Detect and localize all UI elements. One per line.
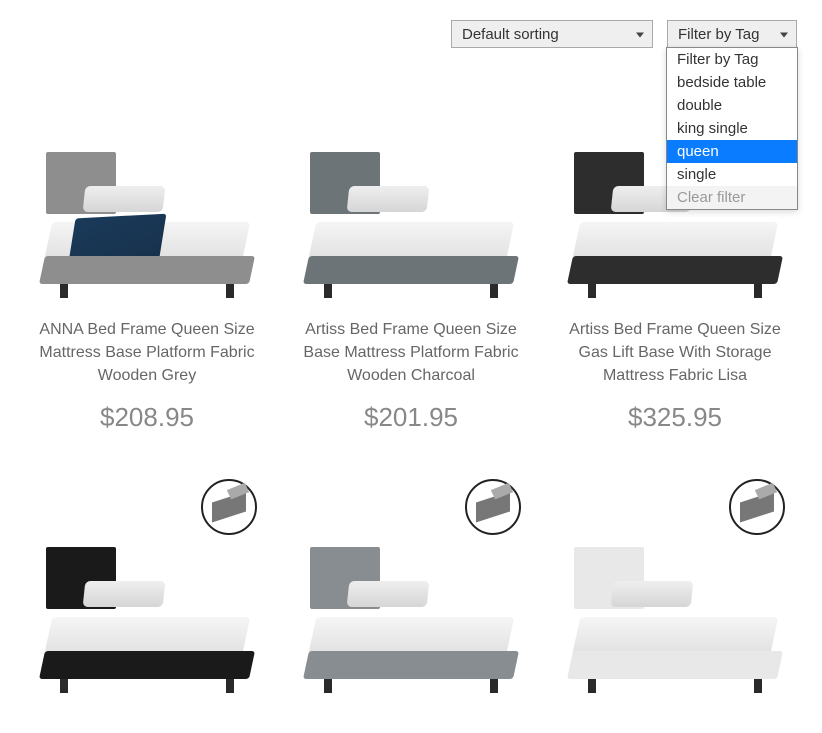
product-price: $201.95 — [289, 402, 533, 433]
filter-select[interactable]: Filter by Tag — [667, 20, 797, 48]
filter-option[interactable]: queen — [667, 140, 797, 163]
product-price: $208.95 — [25, 402, 269, 433]
product-image[interactable] — [553, 473, 797, 693]
filter-option[interactable]: single — [667, 163, 797, 186]
product-title: Artiss Bed Frame Queen Size Gas Lift Bas… — [553, 318, 797, 388]
filter-option[interactable]: king single — [667, 117, 797, 140]
product-card[interactable] — [25, 473, 269, 713]
product-image[interactable] — [25, 78, 269, 298]
bed-illustration — [42, 563, 252, 693]
product-image[interactable] — [289, 473, 533, 693]
sort-select-wrap: Default sorting — [451, 20, 653, 48]
product-title: ANNA Bed Frame Queen Size Mattress Base … — [25, 318, 269, 388]
product-card[interactable]: Artiss Bed Frame Queen Size Base Mattres… — [289, 78, 533, 433]
bed-illustration — [306, 563, 516, 693]
product-title: Artiss Bed Frame Queen Size Base Mattres… — [289, 318, 533, 388]
product-card[interactable] — [289, 473, 533, 713]
bed-illustration — [306, 168, 516, 298]
product-card[interactable]: ANNA Bed Frame Queen Size Mattress Base … — [25, 78, 269, 433]
product-image[interactable] — [289, 78, 533, 298]
filter-option[interactable]: Clear filter — [667, 186, 797, 209]
sort-select-label: Default sorting — [462, 26, 559, 43]
gas-lift-badge-icon — [729, 479, 785, 535]
bed-illustration — [570, 563, 780, 693]
filter-select-wrap: Filter by Tag Filter by Tagbedside table… — [667, 20, 797, 48]
gas-lift-badge-icon — [465, 479, 521, 535]
product-image[interactable] — [25, 473, 269, 693]
filter-dropdown: Filter by Tagbedside tabledoubleking sin… — [666, 47, 798, 210]
product-controls: Default sorting Filter by Tag Filter by … — [25, 20, 797, 48]
product-card[interactable] — [553, 473, 797, 713]
bed-illustration — [42, 168, 252, 298]
filter-option[interactable]: bedside table — [667, 71, 797, 94]
gas-lift-badge-icon — [201, 479, 257, 535]
filter-select-label: Filter by Tag — [678, 26, 759, 43]
filter-option[interactable]: Filter by Tag — [667, 48, 797, 71]
sort-select[interactable]: Default sorting — [451, 20, 653, 48]
product-price: $325.95 — [553, 402, 797, 433]
filter-option[interactable]: double — [667, 94, 797, 117]
